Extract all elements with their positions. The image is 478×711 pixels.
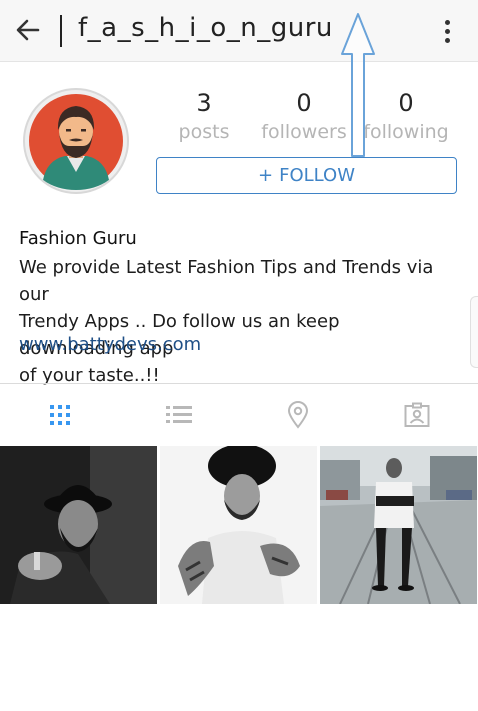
side-drawer-handle[interactable] (470, 296, 478, 368)
tab-list-view[interactable] (119, 384, 238, 446)
followers-stat[interactable]: 0 followers (259, 88, 349, 146)
annotation-up-arrow-icon (341, 13, 375, 157)
avatar[interactable] (23, 88, 129, 194)
bio-line: We provide Latest Fashion Tips and Trend… (19, 257, 434, 305)
post-thumbnail-1[interactable] (0, 446, 157, 604)
bearded-man-avatar-icon (29, 94, 123, 190)
more-vertical-dot (444, 28, 450, 34)
posts-label: posts (178, 121, 230, 143)
tab-location[interactable] (238, 384, 357, 446)
location-pin-icon (287, 401, 308, 429)
more-options-button[interactable] (432, 14, 462, 48)
follow-button-label: FOLLOW (279, 165, 355, 186)
profile-tab-bar (0, 384, 478, 446)
post-thumbnail-2[interactable] (160, 446, 317, 604)
tab-grid-view[interactable] (0, 384, 119, 446)
title-separator (60, 15, 62, 47)
grid-icon (49, 405, 70, 425)
followers-label: followers (261, 121, 347, 143)
top-bar: f_a_s_h_i_o_n_guru (0, 0, 478, 62)
more-vertical-icon (444, 19, 450, 25)
photo-man-with-hat-image (0, 446, 157, 604)
arrow-left-icon (16, 19, 40, 41)
post-thumbnail-3[interactable] (320, 446, 477, 604)
profile-website-link[interactable]: www.battydevs.com (19, 334, 201, 355)
follow-button[interactable]: + FOLLOW (156, 157, 457, 194)
profile-name: Fashion Guru (19, 228, 137, 249)
posts-stat: 3 posts (159, 88, 249, 146)
list-icon (165, 406, 192, 423)
profile-username-title: f_a_s_h_i_o_n_guru (78, 13, 333, 43)
back-button[interactable] (12, 14, 44, 46)
photo-man-on-street-image (320, 446, 477, 604)
posts-count: 3 (196, 89, 212, 117)
tab-tagged[interactable] (357, 384, 476, 446)
tagged-person-icon (404, 402, 429, 427)
followers-count: 0 (296, 89, 312, 117)
profile-bio: We provide Latest Fashion Tips and Trend… (19, 254, 459, 389)
photo-tattooed-man-image (160, 446, 317, 604)
more-vertical-dot (444, 37, 450, 43)
plus-icon: + (258, 165, 274, 186)
